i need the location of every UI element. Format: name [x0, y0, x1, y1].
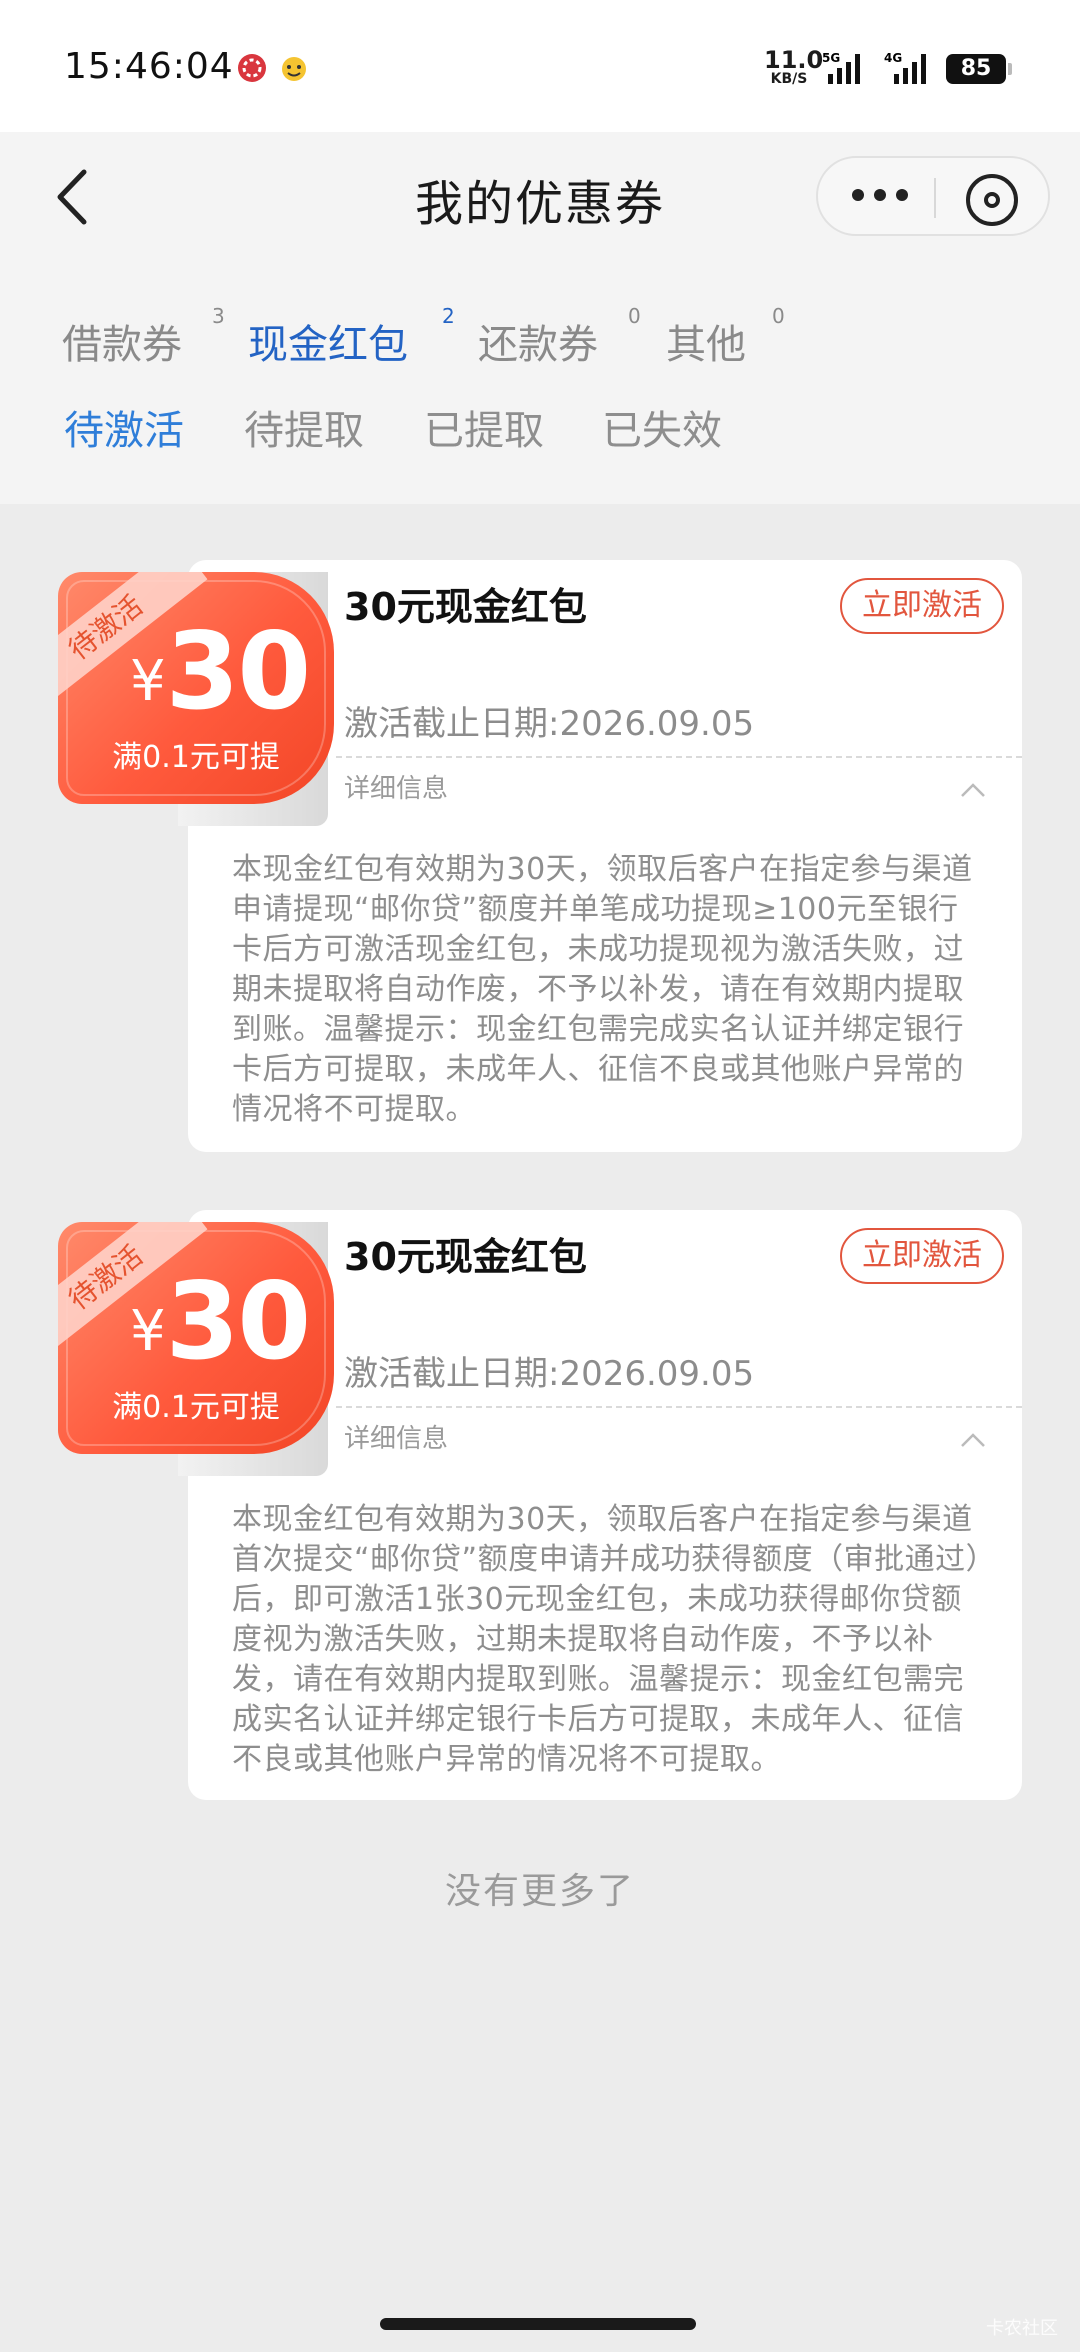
- activate-button[interactable]: 立即激活: [840, 578, 1004, 634]
- more-button[interactable]: [850, 180, 910, 210]
- ticket-face: 待激活 ¥30 满0.1元可提: [58, 1222, 334, 1454]
- status-time: 15:46:04: [64, 46, 234, 87]
- amount-value: 30: [165, 610, 312, 733]
- app-notification-icon: [236, 52, 268, 84]
- tab-loan-coupon[interactable]: 借款券 3: [62, 304, 225, 370]
- dashed-divider: [336, 1406, 1022, 1408]
- chevron-up-icon[interactable]: [960, 1432, 986, 1448]
- subtab-expired[interactable]: 已失效: [602, 398, 722, 456]
- mini-program-capsule: [816, 156, 1050, 236]
- ticket-face: 待激活 ¥30 满0.1元可提: [58, 572, 334, 804]
- coupon-deadline: 激活截止日期:2026.09.05: [344, 1354, 755, 1394]
- coupon-condition: 满0.1元可提: [112, 1390, 280, 1425]
- svg-text:5G: 5G: [822, 51, 840, 65]
- app-emoji-icon: [278, 52, 310, 84]
- page-header: 我的优惠券 借款券 3 现金红包 2 还款券 0 其他 0 待激活 待提取 已提…: [0, 132, 1080, 504]
- coupon-title: 30元现金红包: [344, 585, 587, 629]
- detail-toggle[interactable]: 详细信息: [344, 1418, 448, 1455]
- subtab-pending-activation[interactable]: 待激活: [64, 398, 184, 456]
- subtab-withdrawn[interactable]: 已提取: [424, 398, 544, 456]
- close-button[interactable]: [964, 172, 1020, 228]
- battery-indicator: 85: [946, 54, 1012, 84]
- home-indicator[interactable]: [380, 2318, 696, 2330]
- tab-other[interactable]: 其他 0: [666, 304, 785, 370]
- activate-button[interactable]: 立即激活: [840, 1228, 1004, 1284]
- currency-symbol: ¥: [130, 649, 166, 714]
- coupon-ticket: 待激活 ¥30 满0.1元可提: [58, 1222, 334, 1476]
- signal-5g-icon: 5G: [822, 50, 868, 86]
- coupon-deadline: 激活截止日期:2026.09.05: [344, 704, 755, 744]
- signal-4g-icon: 4G: [878, 50, 934, 86]
- watermark: 卡农社区: [986, 2318, 1058, 2339]
- detail-toggle[interactable]: 详细信息: [344, 768, 448, 805]
- more-dots-icon: [852, 189, 908, 201]
- coupon-amount: ¥30: [130, 610, 312, 733]
- svg-text:4G: 4G: [884, 51, 902, 65]
- currency-symbol: ¥: [130, 1299, 166, 1364]
- amount-value: 30: [165, 1260, 312, 1383]
- coupon-amount: ¥30: [130, 1260, 312, 1383]
- list-end-text: 没有更多了: [444, 1871, 635, 1912]
- coupon-condition: 满0.1元可提: [112, 740, 280, 775]
- capsule-divider: [934, 178, 936, 218]
- status-bar: 15:46:04 11.0 KB/S 5G 4G 85: [0, 0, 1080, 132]
- coupon-type-tabs: 借款券 3 现金红包 2 还款券 0 其他 0: [0, 304, 1080, 382]
- tab-repayment-coupon[interactable]: 还款券 0: [478, 304, 641, 370]
- tab-cash-red-packet[interactable]: 现金红包 2: [248, 304, 455, 370]
- network-speed: 11.0 KB/S: [764, 46, 824, 87]
- coupon-title: 30元现金红包: [344, 1235, 587, 1279]
- chevron-up-icon[interactable]: [960, 782, 986, 798]
- coupon-ticket: 待激活 ¥30 满0.1元可提: [58, 572, 334, 826]
- subtab-pending-withdrawal[interactable]: 待提取: [244, 398, 364, 456]
- dashed-divider: [336, 756, 1022, 758]
- coupon-description: 本现金红包有效期为30天，领取后客户在指定参与渠道申请提现“邮你贷”额度并单笔成…: [232, 852, 973, 1127]
- close-circle-icon: [966, 174, 1018, 226]
- coupon-description: 本现金红包有效期为30天，领取后客户在指定参与渠道首次提交“邮你贷”额度申请并成…: [232, 1502, 982, 1777]
- status-subtabs: 待激活 待提取 已提取 已失效: [0, 398, 1080, 458]
